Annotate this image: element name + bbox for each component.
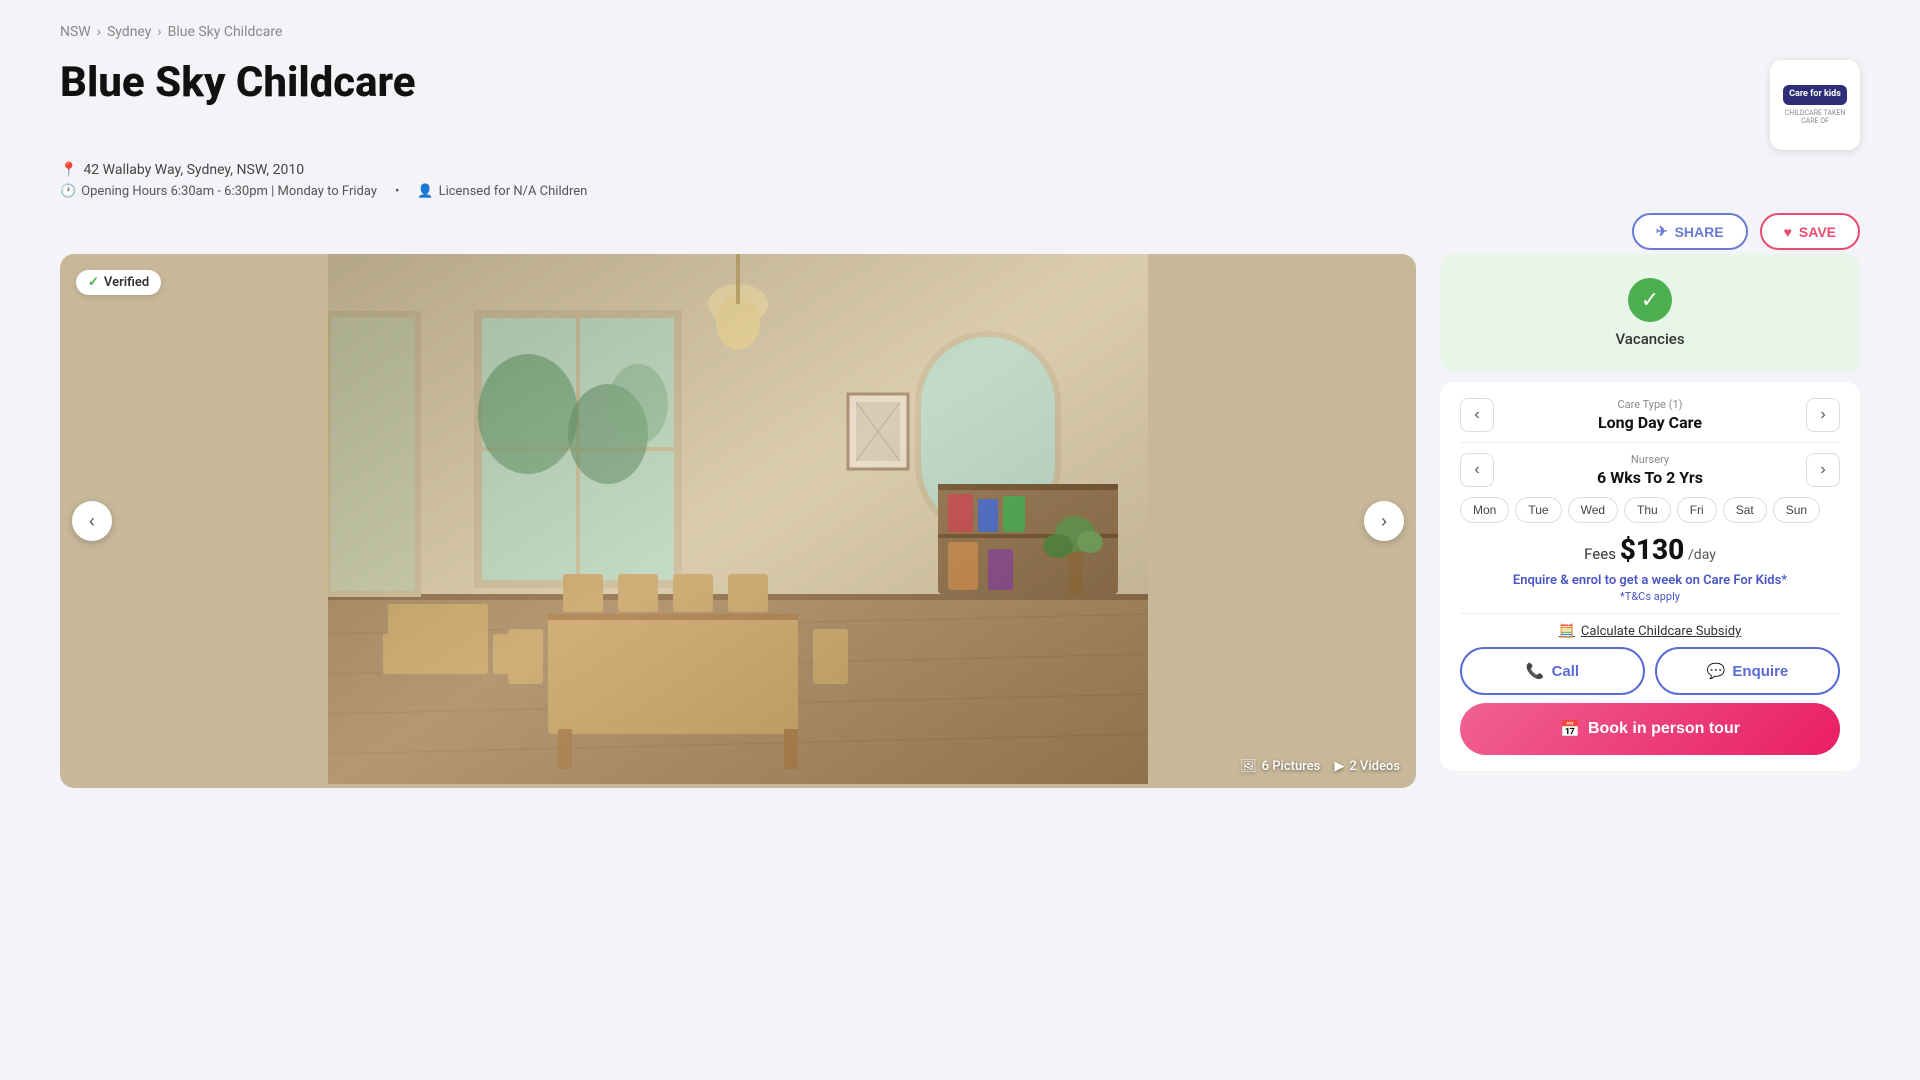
- share-button[interactable]: ✈ SHARE: [1632, 213, 1748, 250]
- nursery-next-button[interactable]: ›: [1806, 453, 1840, 487]
- verified-label: Verified: [104, 275, 149, 290]
- logo-sub-text: CHILDCARE TAKEN CARE OF: [1778, 109, 1852, 125]
- licensed-info: 👤 Licensed for N/A Children: [417, 184, 587, 199]
- breadcrumb-sep2: ›: [157, 24, 161, 40]
- breadcrumb: NSW › Sydney › Blue Sky Childcare: [60, 24, 1860, 40]
- care-type-label: Care Type (1): [1494, 398, 1806, 411]
- nursery-center: Nursery 6 Wks To 2 Yrs: [1494, 453, 1806, 487]
- childcare-image: [60, 254, 1416, 784]
- page-title: Blue Sky Childcare: [60, 60, 416, 106]
- opening-hours: 🕐 Opening Hours 6:30am - 6:30pm | Monday…: [60, 184, 377, 199]
- video-icon: ▶: [1334, 759, 1344, 774]
- breadcrumb-current: Blue Sky Childcare: [168, 24, 283, 40]
- care-type-center: Care Type (1) Long Day Care: [1494, 398, 1806, 432]
- day-sun[interactable]: Sun: [1773, 497, 1820, 523]
- header-row: Blue Sky Childcare Care for kids CHILDCA…: [60, 60, 1860, 150]
- care-type-row: ‹ Care Type (1) Long Day Care ›: [1460, 398, 1840, 432]
- next-image-button[interactable]: ›: [1364, 501, 1404, 541]
- verified-badge: ✓ Verified: [76, 270, 161, 295]
- cta-row: 📞 Call 💬 Enquire: [1460, 647, 1840, 695]
- people-icon: 👤: [417, 184, 433, 199]
- care-prev-button[interactable]: ‹: [1460, 398, 1494, 432]
- dot-separator: •: [395, 184, 399, 199]
- provider-logo: Care for kids CHILDCARE TAKEN CARE OF: [1770, 60, 1860, 150]
- fees-per: /day: [1688, 547, 1716, 563]
- day-fri[interactable]: Fri: [1677, 497, 1717, 523]
- breadcrumb-nsw[interactable]: NSW: [60, 24, 91, 40]
- media-count: 🖼 6 Pictures ▶ 2 Videos: [1240, 759, 1400, 774]
- info-row: 🕐 Opening Hours 6:30am - 6:30pm | Monday…: [60, 184, 1860, 199]
- day-thu[interactable]: Thu: [1624, 497, 1671, 523]
- day-wed[interactable]: Wed: [1568, 497, 1618, 523]
- prev-image-button[interactable]: ‹: [72, 501, 112, 541]
- fees-label: Fees: [1584, 545, 1616, 563]
- care-type-card: ‹ Care Type (1) Long Day Care › ‹ Nurser…: [1440, 382, 1860, 771]
- top-actions: ✈ SHARE ♥ SAVE: [60, 213, 1860, 250]
- heart-icon: ♥: [1784, 224, 1792, 240]
- day-pills-container: Mon Tue Wed Thu Fri Sat Sun: [1460, 497, 1840, 523]
- day-tue[interactable]: Tue: [1515, 497, 1561, 523]
- nursery-row: ‹ Nursery 6 Wks To 2 Yrs ›: [1460, 453, 1840, 487]
- main-content: ✓ Verified ‹ › 🖼 6 Pictures ▶ 2 Videos ✓…: [60, 254, 1860, 788]
- fees-row: Fees $130 /day: [1460, 533, 1840, 566]
- nursery-label: Nursery: [1494, 453, 1806, 466]
- save-button[interactable]: ♥ SAVE: [1760, 213, 1860, 250]
- divider-1: [1460, 442, 1840, 443]
- nursery-value: 6 Wks To 2 Yrs: [1494, 468, 1806, 487]
- vacancies-card: ✓ Vacancies: [1440, 254, 1860, 372]
- care-next-button[interactable]: ›: [1806, 398, 1840, 432]
- clock-icon: 🕐: [60, 184, 76, 199]
- nursery-prev-button[interactable]: ‹: [1460, 453, 1494, 487]
- day-mon[interactable]: Mon: [1460, 497, 1509, 523]
- divider-2: [1460, 613, 1840, 614]
- camera-icon: 🖼: [1240, 759, 1257, 774]
- calculate-subsidy-link[interactable]: 🧮 Calculate Childcare Subsidy: [1460, 624, 1840, 639]
- care-type-value: Long Day Care: [1494, 413, 1806, 432]
- pictures-count: 🖼 6 Pictures: [1240, 759, 1320, 774]
- vacancy-check-icon: ✓: [1628, 278, 1672, 322]
- location-icon: 📍: [60, 162, 77, 178]
- day-sat[interactable]: Sat: [1723, 497, 1767, 523]
- logo-badge-text: Care for kids: [1783, 85, 1847, 105]
- promo-tc: *T&Cs apply: [1460, 590, 1840, 603]
- fees-amount: $130: [1620, 533, 1685, 566]
- address-row: 📍 42 Wallaby Way, Sydney, NSW, 2010: [60, 162, 1860, 178]
- vacancies-label: Vacancies: [1615, 330, 1684, 348]
- side-panel: ✓ Vacancies ‹ Care Type (1) Long Day Car…: [1440, 254, 1860, 771]
- calculator-icon: 🧮: [1559, 624, 1575, 639]
- book-tour-button[interactable]: 📅 Book in person tour: [1460, 703, 1840, 755]
- promo-text: Enquire & enrol to get a week on Care Fo…: [1460, 572, 1840, 590]
- share-icon: ✈: [1656, 223, 1668, 240]
- call-button[interactable]: 📞 Call: [1460, 647, 1645, 695]
- message-icon: 💬: [1707, 662, 1726, 680]
- phone-icon: 📞: [1526, 662, 1545, 680]
- enquire-button[interactable]: 💬 Enquire: [1655, 647, 1840, 695]
- videos-count: ▶ 2 Videos: [1334, 759, 1400, 774]
- breadcrumb-sydney[interactable]: Sydney: [107, 24, 151, 40]
- image-area: ✓ Verified ‹ › 🖼 6 Pictures ▶ 2 Videos: [60, 254, 1416, 788]
- address-text: 42 Wallaby Way, Sydney, NSW, 2010: [83, 162, 304, 178]
- breadcrumb-sep1: ›: [97, 24, 101, 40]
- verified-icon: ✓: [88, 275, 99, 290]
- calendar-plus-icon: 📅: [1560, 719, 1580, 739]
